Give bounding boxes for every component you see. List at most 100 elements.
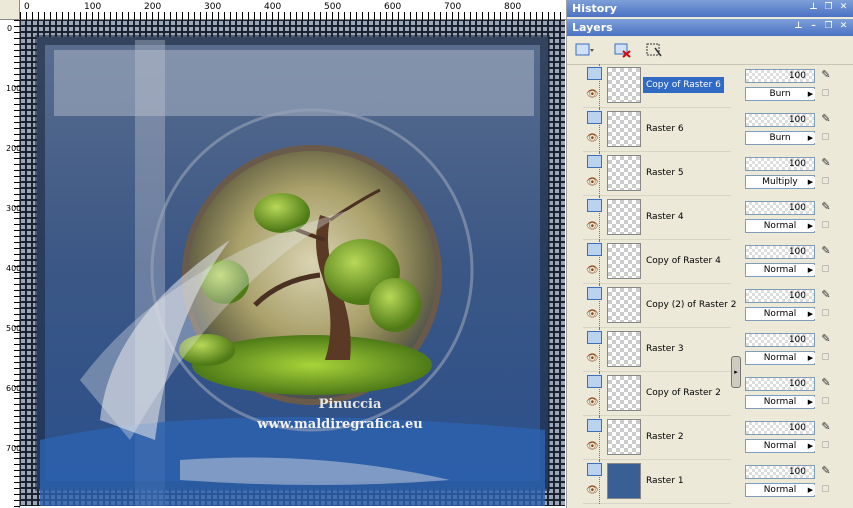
visibility-eye-icon[interactable]: 👁 — [586, 221, 599, 232]
blend-mode-select[interactable]: Burn ▶ — [745, 87, 815, 101]
lock-icon[interactable]: ▢ — [821, 176, 831, 188]
dropdown-arrow-icon[interactable]: ▶ — [806, 177, 815, 187]
visibility-eye-icon[interactable]: 👁 — [586, 485, 599, 496]
dropdown-arrow-icon[interactable]: ▶ — [806, 353, 815, 363]
edit-brush-icon[interactable]: ✎ — [819, 244, 833, 258]
opacity-field[interactable]: 100 — [745, 289, 815, 303]
layer-row[interactable]: 👁 Raster 3 100 Normal ▶ ✎ ▢ — [567, 328, 853, 372]
layer-name[interactable]: Raster 4 — [643, 209, 687, 225]
lock-icon[interactable]: ▢ — [821, 352, 831, 364]
visibility-eye-icon[interactable]: 👁 — [586, 397, 599, 408]
panel-splitter-handle[interactable]: ▸ — [731, 356, 741, 388]
lock-icon[interactable]: ▢ — [821, 396, 831, 408]
edit-brush-icon[interactable]: ✎ — [819, 288, 833, 302]
layer-name[interactable]: Raster 1 — [643, 473, 687, 489]
layer-cell[interactable]: 👁 Raster 6 — [583, 108, 731, 152]
dropdown-arrow-icon[interactable]: ▶ — [806, 485, 815, 495]
layer-row[interactable]: 👁 Raster 4 100 Normal ▶ ✎ ▢ — [567, 196, 853, 240]
layer-row[interactable]: 👁 Copy of Raster 6 100 Burn ▶ ✎ ▢ — [567, 64, 853, 108]
dropdown-arrow-icon[interactable]: ▶ — [806, 441, 815, 451]
pin-icon[interactable]: ⊥ — [808, 2, 819, 13]
dropdown-arrow-icon[interactable]: ▶ — [806, 309, 815, 319]
opacity-field[interactable]: 100 — [745, 245, 815, 259]
history-panel-title[interactable]: History ⊥ ❐ ✕ — [567, 0, 853, 17]
opacity-field[interactable]: 100 — [745, 113, 815, 127]
layer-name[interactable]: Copy of Raster 4 — [643, 253, 724, 269]
image-workspace[interactable]: 0 100 200 300 400 500 600 700 800 0 100 … — [0, 0, 566, 508]
visibility-eye-icon[interactable]: 👁 — [586, 353, 599, 364]
layer-name[interactable]: Raster 2 — [643, 429, 687, 445]
layer-name[interactable]: Raster 5 — [643, 165, 687, 181]
opacity-field[interactable]: 100 — [745, 157, 815, 171]
layer-cell[interactable]: 👁 Copy (2) of Raster 2 — [583, 284, 736, 328]
edit-brush-icon[interactable]: ✎ — [819, 156, 833, 170]
blend-mode-select[interactable]: Normal ▶ — [745, 483, 815, 497]
layer-name[interactable]: Raster 3 — [643, 341, 687, 357]
layer-name[interactable]: Copy of Raster 6 — [643, 77, 724, 93]
layer-row[interactable]: 👁 Raster 6 100 Burn ▶ ✎ ▢ — [567, 108, 853, 152]
blend-mode-select[interactable]: Normal ▶ — [745, 395, 815, 409]
dropdown-arrow-icon[interactable]: ▶ — [806, 265, 815, 275]
layer-row[interactable]: 👁 Copy of Raster 2 100 Normal ▶ ✎ ▢ — [567, 372, 853, 416]
lock-icon[interactable]: ▢ — [821, 264, 831, 276]
close-icon[interactable]: ✕ — [838, 21, 849, 32]
image-canvas[interactable]: Pinuccia www.maldiregrafica.eu — [20, 20, 565, 506]
opacity-field[interactable]: 100 — [745, 201, 815, 215]
dropdown-arrow-icon[interactable]: ▶ — [806, 397, 815, 407]
edit-brush-icon[interactable]: ✎ — [819, 112, 833, 126]
layer-name[interactable]: Raster 6 — [643, 121, 687, 137]
new-layer-icon[interactable] — [573, 40, 597, 60]
blend-mode-select[interactable]: Normal ▶ — [745, 351, 815, 365]
blend-mode-select[interactable]: Multiply ▶ — [745, 175, 815, 189]
edit-brush-icon[interactable]: ✎ — [819, 376, 833, 390]
blend-mode-select[interactable]: Normal ▶ — [745, 307, 815, 321]
layer-row[interactable]: 👁 Copy (2) of Raster 2 100 Normal ▶ ✎ ▢ — [567, 284, 853, 328]
layer-cell[interactable]: 👁 Copy of Raster 4 — [583, 240, 731, 284]
visibility-eye-icon[interactable]: 👁 — [586, 265, 599, 276]
layer-name[interactable]: Copy (2) of Raster 2 — [643, 297, 739, 313]
blend-mode-select[interactable]: Burn ▶ — [745, 131, 815, 145]
lock-icon[interactable]: ▢ — [821, 132, 831, 144]
minimize-icon[interactable]: – — [808, 21, 819, 32]
lock-icon[interactable]: ▢ — [821, 440, 831, 452]
layer-cell[interactable]: 👁 Raster 5 — [583, 152, 731, 196]
layer-row[interactable]: 👁 Raster 2 100 Normal ▶ ✎ ▢ — [567, 416, 853, 460]
layer-cell[interactable]: 👁 Raster 3 — [583, 328, 731, 372]
visibility-eye-icon[interactable]: 👁 — [586, 441, 599, 452]
layer-cell[interactable]: 👁 Raster 2 — [583, 416, 731, 460]
opacity-field[interactable]: 100 — [745, 421, 815, 435]
lock-icon[interactable]: ▢ — [821, 484, 831, 496]
close-icon[interactable]: ✕ — [838, 2, 849, 13]
visibility-eye-icon[interactable]: 👁 — [586, 133, 599, 144]
opacity-field[interactable]: 100 — [745, 377, 815, 391]
layer-name[interactable]: Copy of Raster 2 — [643, 385, 724, 401]
restore-icon[interactable]: ❐ — [823, 21, 834, 32]
dropdown-arrow-icon[interactable]: ▶ — [806, 89, 815, 99]
visibility-eye-icon[interactable]: 👁 — [586, 89, 599, 100]
layer-cell[interactable]: 👁 Raster 4 — [583, 196, 731, 240]
dropdown-arrow-icon[interactable]: ▶ — [806, 221, 815, 231]
edit-brush-icon[interactable]: ✎ — [819, 464, 833, 478]
blend-mode-select[interactable]: Normal ▶ — [745, 263, 815, 277]
visibility-eye-icon[interactable]: 👁 — [586, 309, 599, 320]
layer-row[interactable]: 👁 Copy of Raster 4 100 Normal ▶ ✎ ▢ — [567, 240, 853, 284]
layer-cell[interactable]: 👁 Copy of Raster 6 — [583, 64, 731, 108]
edit-brush-icon[interactable]: ✎ — [819, 68, 833, 82]
edit-brush-icon[interactable]: ✎ — [819, 420, 833, 434]
pin-icon[interactable]: ⊥ — [793, 21, 804, 32]
lock-icon[interactable]: ▢ — [821, 88, 831, 100]
opacity-field[interactable]: 100 — [745, 465, 815, 479]
blend-mode-select[interactable]: Normal ▶ — [745, 219, 815, 233]
layer-cell[interactable]: 👁 Raster 1 — [583, 460, 731, 504]
blend-mode-select[interactable]: Normal ▶ — [745, 439, 815, 453]
layers-panel-title[interactable]: Layers ⊥ – ❐ ✕ — [567, 19, 853, 36]
layer-cell[interactable]: 👁 Copy of Raster 2 — [583, 372, 731, 416]
delete-layer-icon[interactable] — [611, 40, 635, 60]
mask-icon[interactable] — [643, 40, 667, 60]
visibility-eye-icon[interactable]: 👁 — [586, 177, 599, 188]
dropdown-arrow-icon[interactable]: ▶ — [806, 133, 815, 143]
layer-row[interactable]: 👁 Raster 1 100 Normal ▶ ✎ ▢ — [567, 460, 853, 504]
lock-icon[interactable]: ▢ — [821, 220, 831, 232]
restore-icon[interactable]: ❐ — [823, 2, 834, 13]
layer-row[interactable]: 👁 Raster 5 100 Multiply ▶ ✎ ▢ — [567, 152, 853, 196]
